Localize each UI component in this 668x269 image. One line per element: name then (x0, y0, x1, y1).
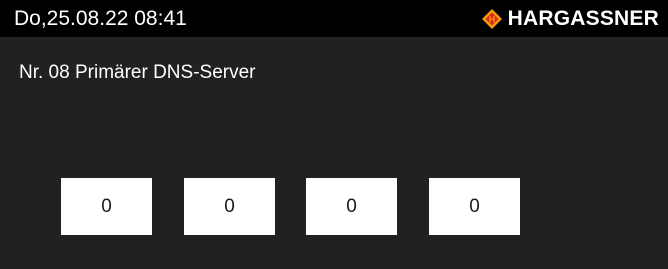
status-bar: Do,25.08.22 08:41 H HARGASSNER (0, 0, 668, 37)
page-title: Nr. 08 Primärer DNS-Server (19, 62, 256, 83)
ip-octet-3-field[interactable]: 0 (306, 178, 397, 235)
ip-octet-2-field[interactable]: 0 (184, 178, 275, 235)
brand-name: HARGASSNER (507, 7, 659, 30)
brand: H HARGASSNER (481, 6, 659, 32)
ip-octet-1-field[interactable]: 0 (61, 178, 152, 235)
ip-octet-4-field[interactable]: 0 (429, 178, 520, 235)
date-time-display: Do,25.08.22 08:41 (14, 7, 187, 30)
hargassner-logo-icon: H (481, 9, 502, 29)
dns-server-screen: Do,25.08.22 08:41 H HARGASSNER Nr. 08 Pr… (0, 0, 668, 269)
logo-letter: H (488, 15, 495, 25)
